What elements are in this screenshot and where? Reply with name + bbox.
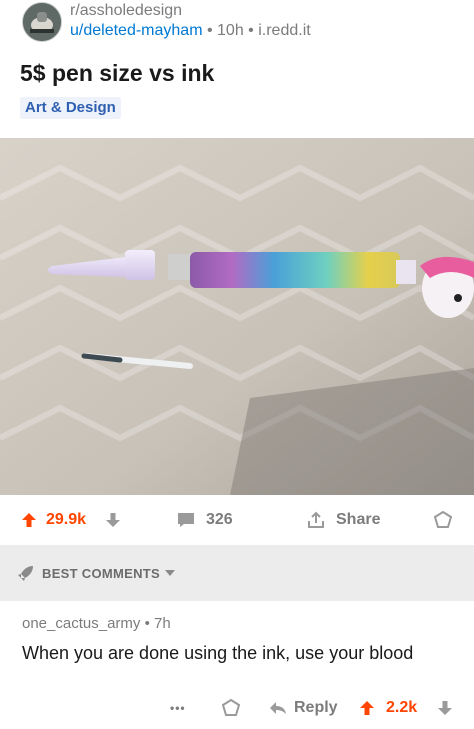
downvote-arrow-icon <box>104 511 122 529</box>
award-icon <box>220 697 242 719</box>
award-button[interactable] <box>432 495 454 545</box>
comments-button[interactable]: 326 <box>176 495 233 545</box>
comment-action-bar: ••• Reply 2.2k <box>0 690 474 726</box>
subreddit-avatar-icon[interactable] <box>22 2 62 42</box>
comments-sort-bar: BEST COMMENTS <box>0 545 474 601</box>
meta-separator: • <box>248 22 259 39</box>
downvote-arrow-icon <box>436 699 454 717</box>
comment-upvote-button[interactable]: 2.2k <box>358 690 417 726</box>
comment-time: 7h <box>154 615 171 632</box>
post-header: r/assholedesign u/deleted-mayham • 10h •… <box>0 0 474 50</box>
author-link[interactable]: u/deleted-mayham <box>70 22 203 39</box>
reply-arrow-icon <box>268 700 288 716</box>
post-score: 29.9k <box>46 511 87 528</box>
comment-count: 326 <box>206 511 233 528</box>
rocket-icon <box>16 563 36 583</box>
share-button[interactable]: Share <box>306 495 380 545</box>
meta-separator: • <box>144 615 154 632</box>
post-flair[interactable]: Art & Design <box>20 97 121 119</box>
comment-body: When you are done using the ink, use you… <box>22 643 414 663</box>
award-icon <box>432 509 454 531</box>
comment-meta: one_cactus_army • 7h <box>22 615 171 632</box>
sort-label: BEST COMMENTS <box>42 565 161 581</box>
comment-author[interactable]: one_cactus_army <box>22 615 140 632</box>
comment-bubble-icon <box>176 511 196 529</box>
share-icon <box>306 510 326 530</box>
post-time: 10h <box>217 22 244 39</box>
post-title[interactable]: 5$ pen size vs ink <box>20 60 214 87</box>
meta-separator: • <box>206 22 218 39</box>
post-action-bar: 29.9k 326 Share <box>0 495 474 545</box>
more-dots-icon: ••• <box>170 701 186 715</box>
subreddit-name[interactable]: r/assholedesign <box>70 2 182 20</box>
downvote-button[interactable] <box>104 495 122 545</box>
share-label: Share <box>336 511 381 528</box>
post-meta: u/deleted-mayham • 10h • i.redd.it <box>70 22 311 40</box>
comment-award-button[interactable] <box>220 690 242 726</box>
caret-down-icon <box>164 568 176 578</box>
post-image[interactable] <box>0 138 474 495</box>
upvote-arrow-icon <box>358 699 376 717</box>
upvote-button[interactable]: 29.9k <box>20 495 86 545</box>
sort-button[interactable]: BEST COMMENTS <box>16 545 176 601</box>
upvote-arrow-icon <box>20 511 38 529</box>
reply-button[interactable]: Reply <box>268 690 338 726</box>
comment-downvote-button[interactable] <box>436 690 454 726</box>
more-options-button[interactable]: ••• <box>170 690 186 726</box>
post-domain[interactable]: i.redd.it <box>258 22 310 39</box>
reply-label: Reply <box>294 699 338 716</box>
comment-score: 2.2k <box>386 699 418 716</box>
